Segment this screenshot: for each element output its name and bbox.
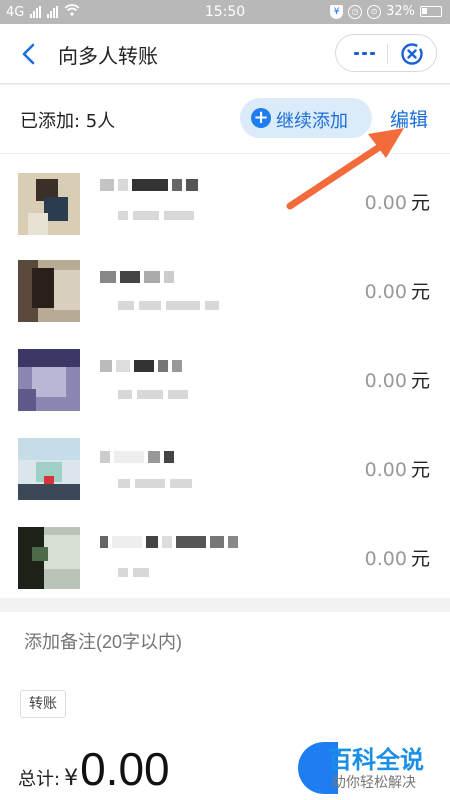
recipient-row[interactable]: 0.00 元 bbox=[0, 154, 450, 243]
back-button[interactable] bbox=[16, 40, 44, 68]
avatar bbox=[18, 173, 80, 235]
page-title: 向多人转账 bbox=[58, 44, 158, 68]
blurred-name bbox=[100, 360, 182, 372]
avatar bbox=[18, 438, 80, 500]
blurred-name bbox=[100, 179, 198, 191]
status-bar: 4G 15:50 ¥ ◷ ⊙ 32% bbox=[0, 0, 450, 24]
recipient-row[interactable]: 0.00 元 bbox=[0, 421, 450, 510]
blurred-account bbox=[118, 568, 149, 577]
mini-program-capsule bbox=[335, 34, 437, 72]
total-amount: 总计: ¥ 0.00 bbox=[18, 742, 170, 796]
recipient-amount[interactable]: 0.00 元 bbox=[365, 188, 430, 215]
total-value: 0.00 bbox=[80, 743, 170, 795]
recipient-amount[interactable]: 0.00 元 bbox=[365, 366, 430, 393]
alarm-icon: ◷ bbox=[348, 4, 363, 19]
blurred-name bbox=[100, 271, 174, 283]
battery-icon bbox=[420, 6, 442, 17]
more-dots-icon[interactable] bbox=[354, 52, 375, 55]
avatar bbox=[18, 260, 80, 322]
recipient-amount[interactable]: 0.00 元 bbox=[365, 455, 430, 482]
added-count-label: 已添加: 5人 bbox=[20, 111, 116, 132]
currency-symbol: ¥ bbox=[64, 766, 79, 791]
close-circle-icon[interactable] bbox=[400, 42, 424, 66]
capsule-divider bbox=[387, 44, 388, 64]
nav-bar: 向多人转账 bbox=[0, 24, 450, 84]
remark-input[interactable] bbox=[24, 632, 424, 653]
recipient-row[interactable]: 0.00 元 bbox=[0, 510, 450, 599]
add-more-button[interactable]: + 继续添加 bbox=[240, 98, 372, 138]
avatar bbox=[18, 527, 80, 589]
total-label: 总计: bbox=[18, 769, 61, 790]
blurred-name bbox=[100, 451, 174, 463]
recipient-row[interactable]: 0.00 元 bbox=[0, 243, 450, 332]
recipient-row[interactable]: 0.00 元 bbox=[0, 332, 450, 421]
blurred-account bbox=[118, 390, 188, 399]
blurred-account bbox=[118, 301, 219, 310]
battery-label: 32% bbox=[386, 4, 415, 19]
watermark-subtitle: 助你轻松解决 bbox=[332, 775, 416, 791]
edit-button[interactable]: 编辑 bbox=[390, 105, 428, 132]
recipient-list: 0.00 元 0.00 元 0.00 元 0.00 元 0.00 元 bbox=[0, 153, 450, 598]
blurred-account bbox=[118, 479, 192, 488]
watermark-title: 百科全说 bbox=[328, 746, 424, 774]
status-right: ¥ ◷ ⊙ 32% bbox=[330, 4, 442, 19]
plus-icon: + bbox=[251, 108, 271, 128]
shield-icon: ¥ bbox=[330, 4, 344, 19]
lock-icon: ⊙ bbox=[367, 4, 382, 19]
recipient-amount[interactable]: 0.00 元 bbox=[365, 277, 430, 304]
avatar bbox=[18, 349, 80, 411]
recipient-amount[interactable]: 0.00 元 bbox=[365, 544, 430, 571]
added-summary-bar: 已添加: 5人 + 继续添加 编辑 bbox=[0, 85, 450, 153]
blurred-name bbox=[100, 536, 238, 548]
watermark-logo: 百科全说 助你轻松解决 bbox=[298, 738, 450, 800]
add-more-label: 继续添加 bbox=[276, 111, 348, 132]
transfer-tag[interactable]: 转账 bbox=[20, 690, 66, 718]
chevron-left-icon bbox=[22, 43, 35, 65]
blurred-account bbox=[118, 211, 194, 220]
